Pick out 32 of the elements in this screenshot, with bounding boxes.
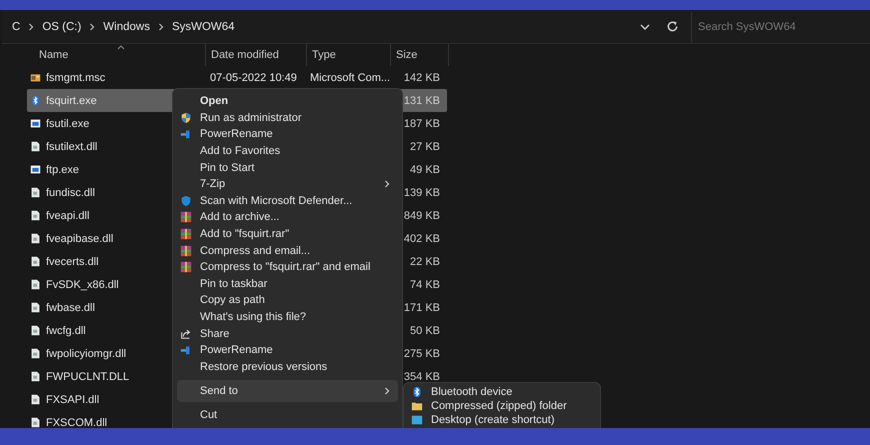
file-size: 354 KB xyxy=(404,370,440,382)
file-name: ftp.exe xyxy=(46,164,80,176)
file-name: fveapibase.dll xyxy=(46,232,114,244)
file-name: fsutil.exe xyxy=(46,118,90,130)
file-name: fsutilext.dll xyxy=(46,140,98,152)
file-size: 402 KB xyxy=(404,232,440,244)
file-name: fundisc.dll xyxy=(46,186,95,198)
file-size: 275 KB xyxy=(404,348,440,360)
file-size: 27 KB xyxy=(410,140,440,152)
file-size: 139 KB xyxy=(404,186,440,198)
file-name: FXSAPI.dll xyxy=(46,394,100,406)
file-name: fwpolicyiomgr.dll xyxy=(46,348,126,360)
file-name: FWPUCLNT.DLL xyxy=(46,370,130,382)
file-size: 22 KB xyxy=(410,256,440,268)
file-date: 07-05-2022 10:49 xyxy=(209,72,297,84)
file-size: 171 KB xyxy=(404,302,440,314)
file-name: FXSCOM.dll xyxy=(46,416,108,428)
file-size: 142 KB xyxy=(404,72,440,84)
file-name: fsmgmt.msc xyxy=(46,72,106,84)
file-name: fveapi.dll xyxy=(46,210,90,222)
file-name: fsquirt.exe xyxy=(46,94,97,106)
file-name: fwcfg.dll xyxy=(46,324,86,336)
file-size: 187 KB xyxy=(404,118,440,130)
file-name: fwbase.dll xyxy=(46,302,95,314)
file-size: 849 KB xyxy=(404,210,440,222)
file-size: 131 KB xyxy=(404,94,440,106)
file-size: 74 KB xyxy=(410,278,440,290)
file-type: Microsoft Com... xyxy=(309,72,390,84)
file-name: FvSDK_x86.dll xyxy=(46,278,119,290)
file-size: 50 KB xyxy=(410,324,440,336)
file-size: 49 KB xyxy=(410,164,440,176)
file-name: fvecerts.dll xyxy=(46,256,99,268)
